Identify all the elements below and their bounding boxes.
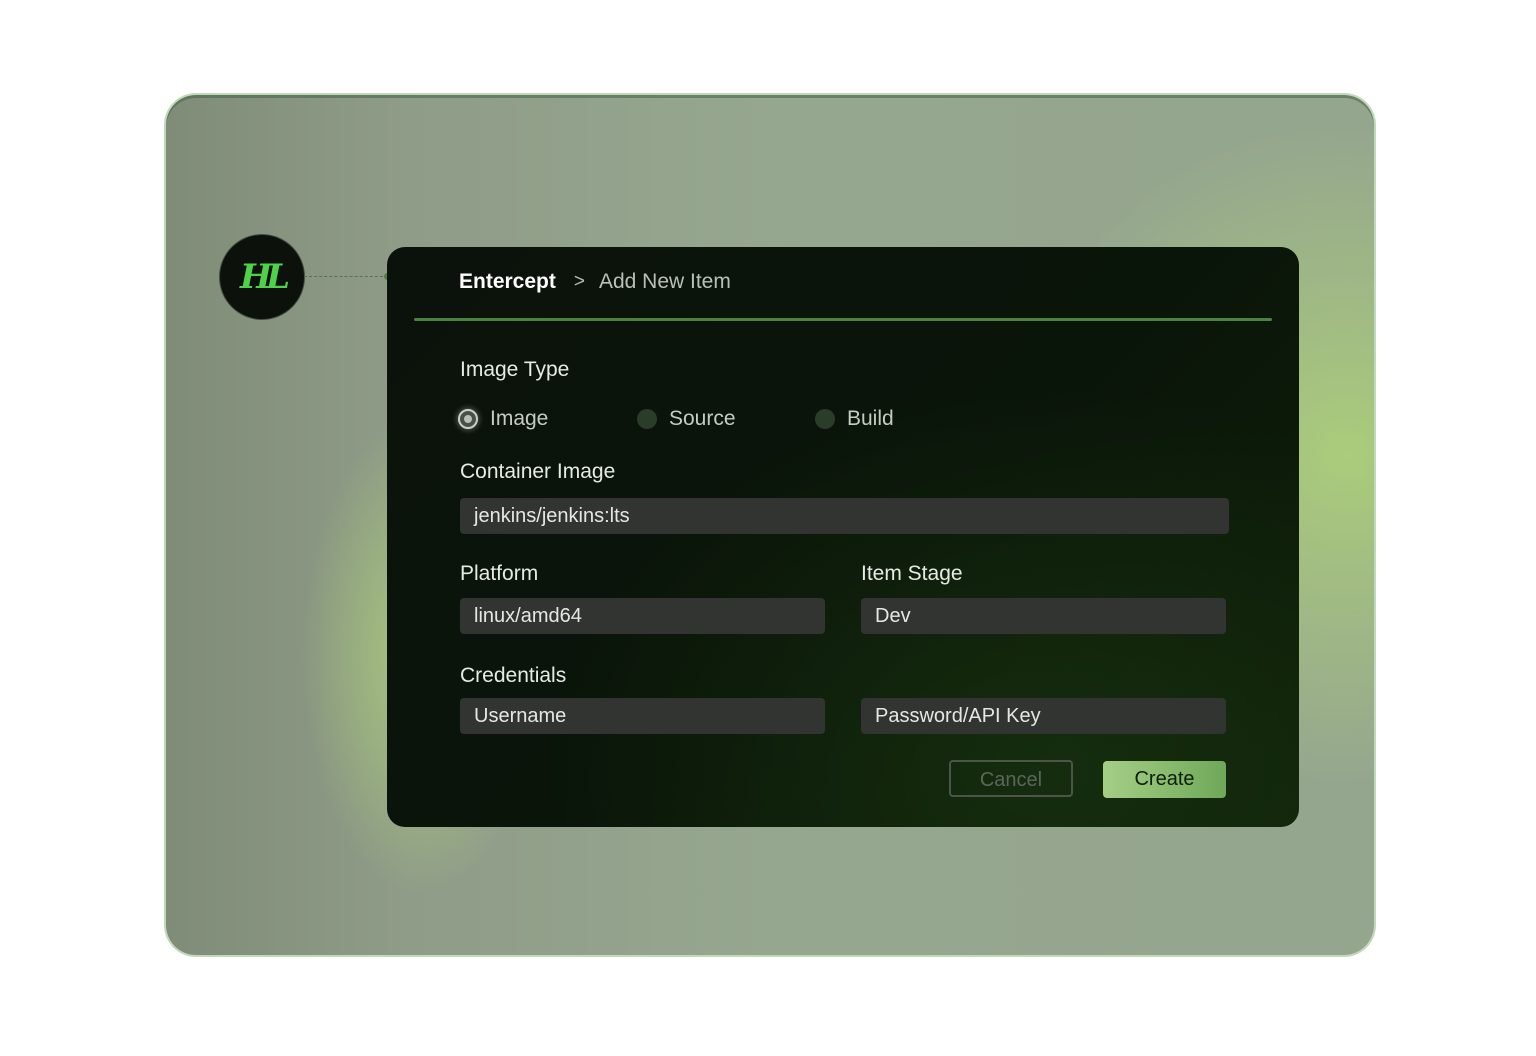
item-stage-input[interactable]: Dev — [861, 598, 1226, 634]
radio-build-label: Build — [847, 407, 894, 430]
breadcrumb-current: Add New Item — [598, 270, 731, 293]
credentials-label: Credentials — [460, 664, 567, 687]
container-image-label: Container Image — [460, 460, 616, 483]
add-item-dialog: Entercept > Add New Item Image Type Imag… — [387, 247, 1299, 827]
radio-unselected-icon — [637, 409, 657, 429]
container-image-input[interactable]: jenkins/jenkins:lts — [460, 498, 1229, 534]
breadcrumb: Entercept > Add New Item — [459, 267, 731, 297]
password-input[interactable]: Password/API Key — [861, 698, 1226, 734]
radio-image[interactable]: Image — [458, 405, 548, 433]
logo-avatar: HL — [220, 235, 304, 319]
breadcrumb-root-link[interactable]: Entercept — [459, 270, 556, 294]
radio-image-label: Image — [490, 407, 549, 430]
platform-input[interactable]: linux/amd64 — [460, 598, 825, 634]
radio-selected-icon — [458, 409, 478, 429]
item-stage-label: Item Stage — [861, 562, 963, 585]
platform-label: Platform — [460, 562, 539, 585]
logo-letters: HL — [239, 257, 288, 297]
radio-source[interactable]: Source — [637, 405, 736, 433]
radio-unselected-icon — [815, 409, 835, 429]
radio-source-label: Source — [669, 407, 736, 430]
gothic-monogram-logo-icon: HL — [239, 257, 292, 297]
breadcrumb-separator: > — [573, 271, 585, 292]
create-button[interactable]: Create — [1103, 761, 1226, 798]
connector-line — [304, 276, 388, 277]
username-input[interactable]: Username — [460, 698, 825, 734]
header-divider — [414, 318, 1272, 321]
image-type-label: Image Type — [460, 358, 570, 381]
cancel-button[interactable]: Cancel — [949, 760, 1073, 797]
radio-build[interactable]: Build — [815, 405, 894, 433]
